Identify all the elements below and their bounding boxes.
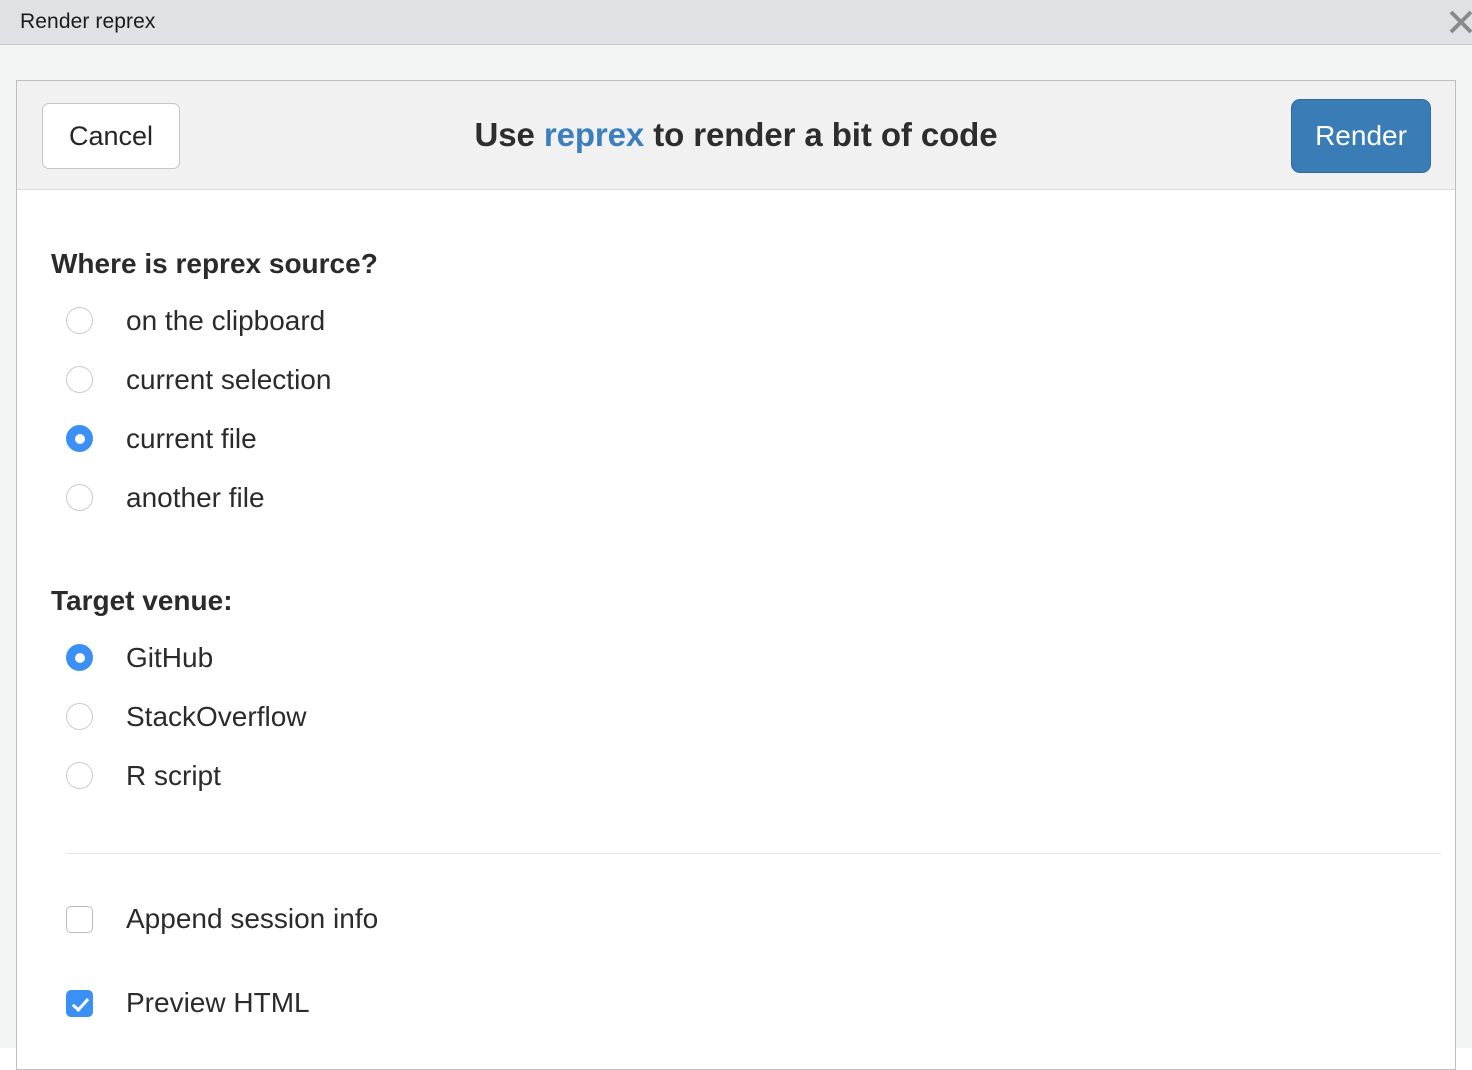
checkbox-append-session-info[interactable]: Append session info (51, 889, 1421, 949)
radio-option-label: R script (126, 759, 221, 791)
reprex-link[interactable]: reprex (544, 116, 644, 153)
section-divider (66, 853, 1441, 854)
radio-icon[interactable] (66, 307, 93, 334)
dialog-header: Cancel Use reprex to render a bit of cod… (17, 81, 1455, 190)
radio-option-label: on the clipboard (126, 304, 326, 336)
dialog-heading-suffix: to render a bit of code (644, 116, 998, 153)
checkbox-preview-html[interactable]: Preview HTML (51, 973, 1421, 1033)
render-button[interactable]: Render (1291, 99, 1431, 173)
dialog-heading-prefix: Use (474, 116, 544, 153)
checkbox-icon-checked[interactable] (66, 989, 93, 1017)
radio-option-on-the-clipboard[interactable]: on the clipboard (51, 291, 1421, 350)
dialog-heading: Use reprex to render a bit of code (17, 116, 1455, 154)
reprex-dialog-panel: Cancel Use reprex to render a bit of cod… (16, 80, 1456, 1070)
window-title: Render reprex (20, 10, 156, 33)
close-icon[interactable] (1441, 2, 1472, 42)
checkbox-label: Append session info (126, 903, 379, 934)
radio-icon[interactable] (66, 366, 93, 393)
radio-option-label: current selection (126, 363, 332, 395)
window-titlebar: Render reprex (0, 0, 1472, 45)
checkbox-label: Preview HTML (126, 987, 310, 1018)
radio-option-github[interactable]: GitHub (51, 628, 1421, 687)
source-section-heading: Where is reprex source? (51, 248, 378, 279)
venue-section-heading: Target venue: (51, 585, 233, 616)
radio-option-stackoverflow[interactable]: StackOverflow (51, 687, 1421, 746)
dialog-body: Where is reprex source? on the clipboard… (17, 190, 1455, 1033)
checkbox-icon[interactable] (66, 905, 93, 933)
radio-icon-selected[interactable] (66, 425, 93, 452)
radio-icon[interactable] (66, 484, 93, 511)
radio-icon[interactable] (66, 703, 93, 730)
radio-option-label: GitHub (126, 641, 214, 673)
radio-option-current-selection[interactable]: current selection (51, 350, 1421, 409)
radio-option-r-script[interactable]: R script (51, 746, 1421, 805)
radio-option-label: another file (126, 481, 265, 513)
radio-icon-selected[interactable] (66, 644, 93, 671)
radio-option-label: current file (126, 422, 257, 454)
radio-icon[interactable] (66, 762, 93, 789)
radio-option-another-file[interactable]: another file (51, 468, 1421, 527)
radio-option-label: StackOverflow (126, 700, 307, 732)
radio-option-current-file[interactable]: current file (51, 409, 1421, 468)
